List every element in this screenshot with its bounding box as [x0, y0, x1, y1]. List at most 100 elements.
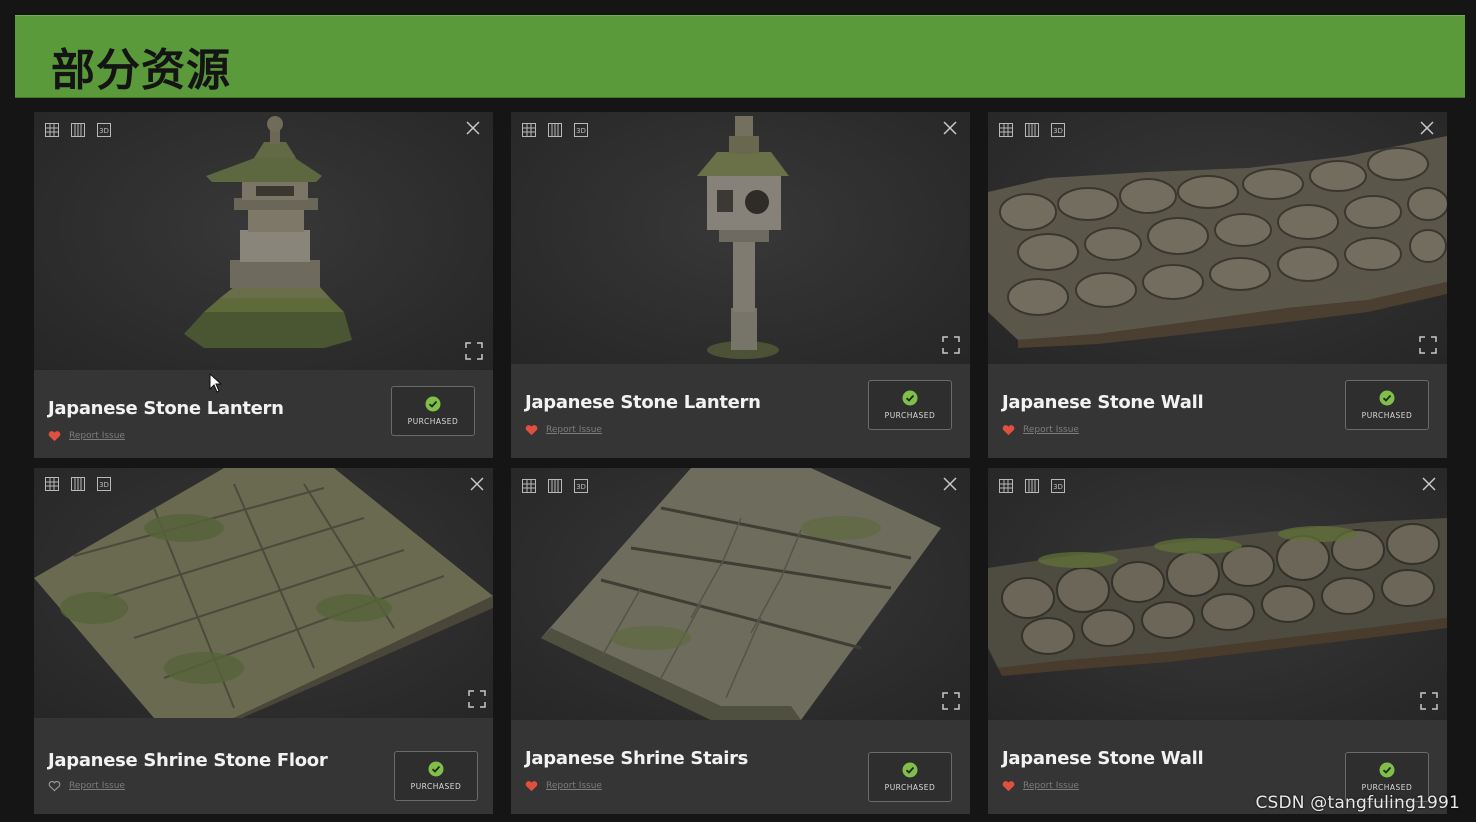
stone-stairs-model-image [541, 468, 941, 720]
asset-preview[interactable]: 3D [34, 468, 493, 718]
asset-preview[interactable]: 3D [34, 112, 493, 370]
close-icon[interactable] [1417, 118, 1437, 138]
asset-card[interactable]: 3D Japanese Stone Lantern Report Issue P… [34, 112, 493, 458]
columns-view-icon[interactable] [547, 478, 563, 494]
columns-view-icon[interactable] [547, 122, 563, 138]
heart-icon[interactable] [1002, 780, 1015, 792]
asset-footer: Japanese Shrine Stairs Report Issue PURC… [511, 720, 970, 814]
check-circle-icon [902, 390, 918, 406]
heart-icon[interactable] [525, 780, 538, 792]
grid-view-icon[interactable] [998, 122, 1014, 138]
fullscreen-icon[interactable] [940, 690, 962, 712]
close-icon[interactable] [463, 118, 483, 138]
asset-footer: Japanese Stone Lantern Report Issue PURC… [34, 370, 493, 458]
view-toolbar: 3D [44, 122, 112, 138]
grid-view-icon[interactable] [998, 478, 1014, 494]
asset-title: Japanese Shrine Stairs [525, 748, 749, 769]
purchased-label: PURCHASED [1361, 783, 1413, 792]
mouse-cursor-icon [209, 373, 223, 393]
fullscreen-icon[interactable] [463, 340, 485, 362]
asset-title: Japanese Stone Wall [1002, 748, 1204, 769]
asset-footer: Japanese Stone Wall Report Issue PURCHAS… [988, 364, 1447, 458]
lantern-model-image [697, 116, 789, 359]
asset-title: Japanese Stone Wall [1002, 392, 1204, 413]
grid-view-icon[interactable] [44, 476, 60, 492]
asset-title: Japanese Stone Lantern [48, 398, 284, 419]
columns-view-icon[interactable] [70, 476, 86, 492]
fullscreen-icon[interactable] [940, 334, 962, 356]
asset-preview[interactable]: 3D [988, 468, 1447, 720]
3d-view-icon[interactable]: 3D [1050, 122, 1066, 138]
close-icon[interactable] [1419, 474, 1439, 494]
close-icon[interactable] [940, 118, 960, 138]
3d-view-icon[interactable]: 3D [573, 478, 589, 494]
report-issue-link[interactable]: Report Issue [1023, 425, 1079, 435]
check-circle-icon [902, 762, 918, 778]
lantern-model-image [184, 116, 352, 348]
asset-title: Japanese Stone Lantern [525, 392, 761, 413]
asset-card[interactable]: 3D Japanese Stone Wall Report Issue PURC… [988, 112, 1447, 458]
asset-preview[interactable]: 3D [511, 112, 970, 364]
columns-view-icon[interactable] [1024, 478, 1040, 494]
stone-wall-model-image [988, 136, 1447, 348]
report-issue-link[interactable]: Report Issue [69, 781, 125, 791]
report-issue-link[interactable]: Report Issue [546, 781, 602, 791]
3d-view-icon[interactable]: 3D [1050, 478, 1066, 494]
close-icon[interactable] [467, 474, 487, 494]
svg-text:3D: 3D [99, 481, 109, 489]
page-header: 部分资源 [15, 15, 1465, 98]
asset-title: Japanese Shrine Stone Floor [48, 750, 328, 771]
purchased-button[interactable]: PURCHASED [394, 751, 478, 801]
asset-preview[interactable]: 3D [511, 468, 970, 720]
asset-preview[interactable]: 3D [988, 112, 1447, 364]
purchased-button[interactable]: PURCHASED [868, 380, 952, 430]
report-issue-link[interactable]: Report Issue [69, 431, 125, 441]
stone-wall-model-image [988, 518, 1447, 676]
purchased-label: PURCHASED [407, 417, 459, 426]
purchased-label: PURCHASED [884, 783, 936, 792]
heart-icon[interactable] [525, 424, 538, 436]
purchased-button[interactable]: PURCHASED [391, 386, 475, 436]
grid-view-icon[interactable] [521, 478, 537, 494]
grid-view-icon[interactable] [44, 122, 60, 138]
3d-view-icon[interactable]: 3D [96, 122, 112, 138]
purchased-label: PURCHASED [410, 782, 462, 791]
report-issue-link[interactable]: Report Issue [546, 425, 602, 435]
check-circle-icon [1379, 762, 1395, 778]
purchased-label: PURCHASED [1361, 411, 1413, 420]
heart-icon[interactable] [48, 430, 61, 442]
svg-text:3D: 3D [576, 127, 586, 135]
3d-view-icon[interactable]: 3D [96, 476, 112, 492]
asset-card[interactable]: 3D Japanese Shrine Stone Floor Report Is… [34, 468, 493, 814]
purchased-button[interactable]: PURCHASED [868, 752, 952, 802]
check-circle-icon [1379, 390, 1395, 406]
close-icon[interactable] [940, 474, 960, 494]
columns-view-icon[interactable] [70, 122, 86, 138]
columns-view-icon[interactable] [1024, 122, 1040, 138]
fullscreen-icon[interactable] [466, 688, 488, 710]
view-toolbar: 3D [521, 478, 589, 494]
asset-card[interactable]: 3D Japanese Stone Wall Report Issue PURC… [988, 468, 1447, 814]
purchased-button[interactable]: PURCHASED [1345, 380, 1429, 430]
svg-text:3D: 3D [99, 127, 109, 135]
purchased-label: PURCHASED [884, 411, 936, 420]
fullscreen-icon[interactable] [1418, 690, 1440, 712]
view-toolbar: 3D [998, 478, 1066, 494]
grid-view-icon[interactable] [521, 122, 537, 138]
watermark: CSDN @tangfuling1991 [1255, 793, 1460, 813]
view-toolbar: 3D [44, 476, 112, 492]
check-circle-icon [428, 761, 444, 777]
heart-outline-icon[interactable] [48, 780, 61, 792]
asset-footer: Japanese Stone Lantern Report Issue PURC… [511, 364, 970, 458]
view-toolbar: 3D [521, 122, 589, 138]
svg-text:3D: 3D [1053, 483, 1063, 491]
check-circle-icon [425, 396, 441, 412]
fullscreen-icon[interactable] [1417, 334, 1439, 356]
asset-footer: Japanese Shrine Stone Floor Report Issue… [34, 718, 493, 814]
3d-view-icon[interactable]: 3D [573, 122, 589, 138]
asset-card[interactable]: 3D Japanese Stone Lantern Report Issue P… [511, 112, 970, 458]
heart-icon[interactable] [1002, 424, 1015, 436]
report-issue-link[interactable]: Report Issue [1023, 781, 1079, 791]
asset-card[interactable]: 3D Japanese Shrine Stairs Report Issue P… [511, 468, 970, 814]
view-toolbar: 3D [998, 122, 1066, 138]
